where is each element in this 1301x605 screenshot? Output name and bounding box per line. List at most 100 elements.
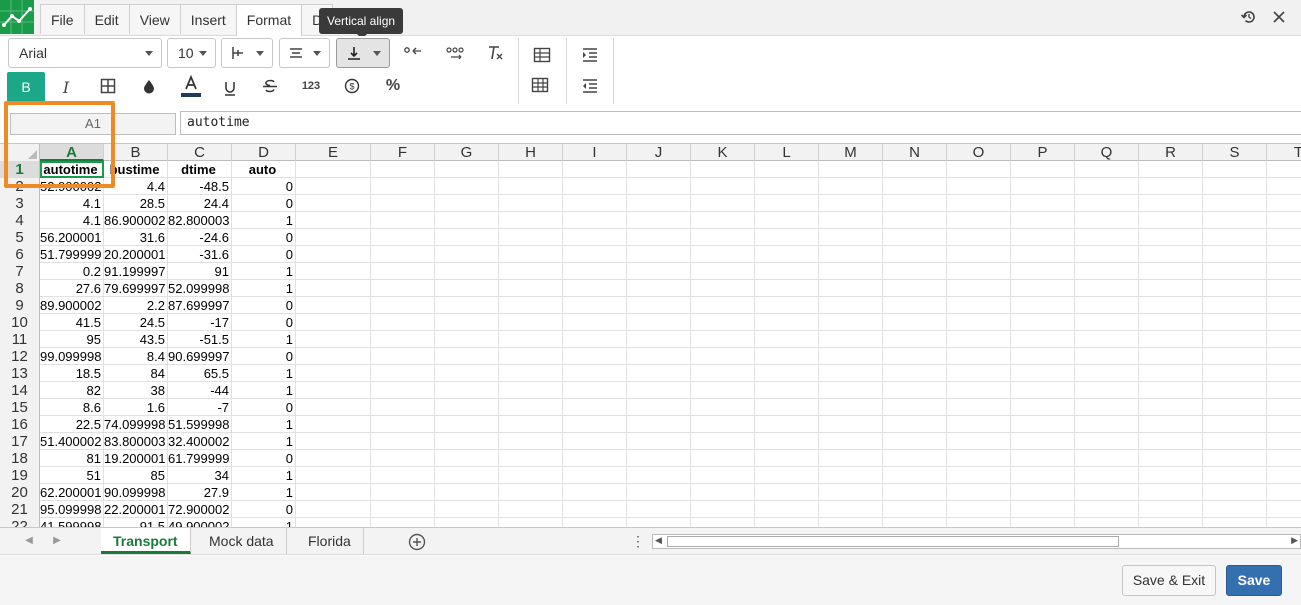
cell-k19[interactable] <box>691 467 755 484</box>
cell-s11[interactable] <box>1203 331 1267 348</box>
cell-j19[interactable] <box>627 467 691 484</box>
cell-c8[interactable]: 52.099998 <box>168 280 232 297</box>
cell-q19[interactable] <box>1075 467 1139 484</box>
cell-a6[interactable]: 51.799999 <box>40 246 104 263</box>
increase-decimal-button[interactable] <box>440 38 470 68</box>
cell-f14[interactable] <box>371 382 435 399</box>
cell-t5[interactable] <box>1267 229 1301 246</box>
cell-s5[interactable] <box>1203 229 1267 246</box>
cell-o1[interactable] <box>947 161 1011 178</box>
font-size-select[interactable]: 10 <box>167 38 216 68</box>
cell-j1[interactable] <box>627 161 691 178</box>
cell-c12[interactable]: 90.699997 <box>168 348 232 365</box>
column-header-l[interactable]: L <box>755 144 819 161</box>
cell-i5[interactable] <box>563 229 627 246</box>
cell-q13[interactable] <box>1075 365 1139 382</box>
cell-n13[interactable] <box>883 365 947 382</box>
cell-e2[interactable] <box>296 178 371 195</box>
cell-b3[interactable]: 28.5 <box>104 195 168 212</box>
cell-t14[interactable] <box>1267 382 1301 399</box>
cell-o7[interactable] <box>947 263 1011 280</box>
cell-c22[interactable]: 49.900002 <box>168 518 232 527</box>
cell-g8[interactable] <box>435 280 499 297</box>
cell-h17[interactable] <box>499 433 563 450</box>
column-header-o[interactable]: O <box>947 144 1011 161</box>
row-header[interactable]: 22 <box>0 518 40 527</box>
cell-j3[interactable] <box>627 195 691 212</box>
cell-r8[interactable] <box>1139 280 1203 297</box>
row-header[interactable]: 8 <box>0 280 40 297</box>
cell-t3[interactable] <box>1267 195 1301 212</box>
cell-b13[interactable]: 84 <box>104 365 168 382</box>
save-and-exit-button[interactable]: Save & Exit <box>1122 565 1216 596</box>
cell-o19[interactable] <box>947 467 1011 484</box>
cell-d22[interactable]: 1 <box>232 518 296 527</box>
cell-q16[interactable] <box>1075 416 1139 433</box>
cell-t21[interactable] <box>1267 501 1301 518</box>
cell-b21[interactable]: 22.200001 <box>104 501 168 518</box>
cell-s19[interactable] <box>1203 467 1267 484</box>
row-header[interactable]: 21 <box>0 501 40 518</box>
cell-t7[interactable] <box>1267 263 1301 280</box>
cell-g1[interactable] <box>435 161 499 178</box>
cell-n14[interactable] <box>883 382 947 399</box>
cell-q3[interactable] <box>1075 195 1139 212</box>
cell-f13[interactable] <box>371 365 435 382</box>
spreadsheet-grid[interactable]: ABCDEFGHIJKLMNOPQRST 1autotimebustimedti… <box>0 143 1301 527</box>
cell-p6[interactable] <box>1011 246 1075 263</box>
cell-i7[interactable] <box>563 263 627 280</box>
cell-k1[interactable] <box>691 161 755 178</box>
cell-a10[interactable]: 41.5 <box>40 314 104 331</box>
cell-n2[interactable] <box>883 178 947 195</box>
cell-m19[interactable] <box>819 467 883 484</box>
cell-r18[interactable] <box>1139 450 1203 467</box>
cell-o14[interactable] <box>947 382 1011 399</box>
cell-i4[interactable] <box>563 212 627 229</box>
cell-o18[interactable] <box>947 450 1011 467</box>
cell-reference-box[interactable]: A1 <box>10 113 176 135</box>
row-header[interactable]: 1 <box>0 161 40 178</box>
cell-l16[interactable] <box>755 416 819 433</box>
cell-n10[interactable] <box>883 314 947 331</box>
cell-k18[interactable] <box>691 450 755 467</box>
cell-e6[interactable] <box>296 246 371 263</box>
borders-select[interactable] <box>221 38 273 68</box>
cell-b9[interactable]: 2.2 <box>104 297 168 314</box>
column-header-q[interactable]: Q <box>1075 144 1139 161</box>
increase-indent-button[interactable] <box>575 40 605 70</box>
cell-s7[interactable] <box>1203 263 1267 280</box>
cell-c1[interactable]: dtime <box>168 161 232 178</box>
cell-h6[interactable] <box>499 246 563 263</box>
cell-r6[interactable] <box>1139 246 1203 263</box>
cell-q1[interactable] <box>1075 161 1139 178</box>
cell-q9[interactable] <box>1075 297 1139 314</box>
cell-p9[interactable] <box>1011 297 1075 314</box>
cell-e21[interactable] <box>296 501 371 518</box>
cell-l1[interactable] <box>755 161 819 178</box>
percent-format-button[interactable]: % <box>378 71 408 101</box>
cell-r10[interactable] <box>1139 314 1203 331</box>
cell-t22[interactable] <box>1267 518 1301 527</box>
cell-c2[interactable]: -48.5 <box>168 178 232 195</box>
save-button[interactable]: Save <box>1226 565 1282 596</box>
cell-b12[interactable]: 8.4 <box>104 348 168 365</box>
cell-e11[interactable] <box>296 331 371 348</box>
row-header[interactable]: 4 <box>0 212 40 229</box>
cell-h19[interactable] <box>499 467 563 484</box>
cell-f12[interactable] <box>371 348 435 365</box>
cell-j20[interactable] <box>627 484 691 501</box>
row-header[interactable]: 14 <box>0 382 40 399</box>
cell-c16[interactable]: 51.599998 <box>168 416 232 433</box>
cell-t15[interactable] <box>1267 399 1301 416</box>
cell-s15[interactable] <box>1203 399 1267 416</box>
cell-e10[interactable] <box>296 314 371 331</box>
column-header-j[interactable]: J <box>627 144 691 161</box>
row-header[interactable]: 10 <box>0 314 40 331</box>
cell-l7[interactable] <box>755 263 819 280</box>
cell-r21[interactable] <box>1139 501 1203 518</box>
cell-n4[interactable] <box>883 212 947 229</box>
cell-q21[interactable] <box>1075 501 1139 518</box>
row-header[interactable]: 2 <box>0 178 40 195</box>
cell-q14[interactable] <box>1075 382 1139 399</box>
cell-r3[interactable] <box>1139 195 1203 212</box>
